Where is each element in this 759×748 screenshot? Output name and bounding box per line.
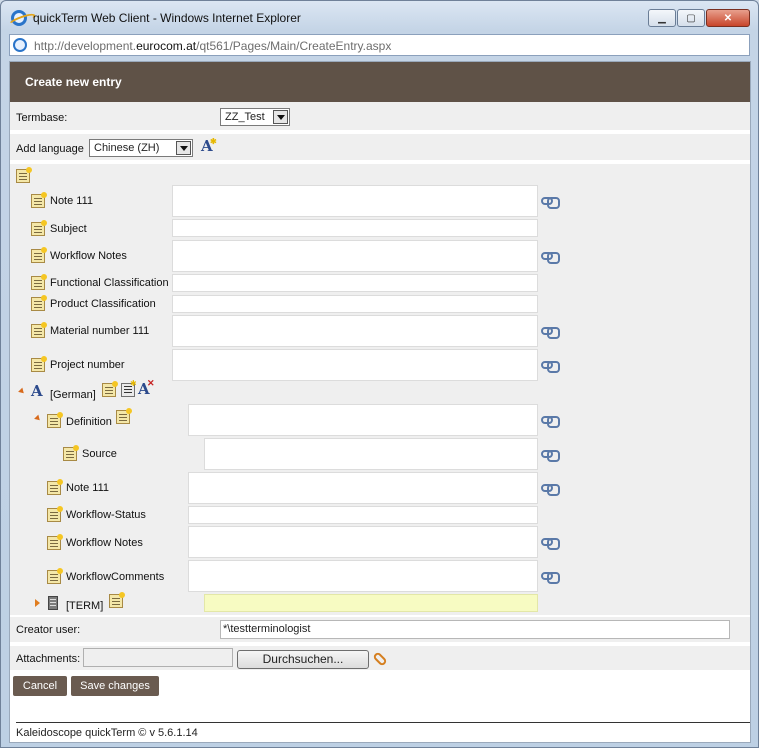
- field-icon[interactable]: [47, 479, 63, 495]
- product-classification-field[interactable]: [172, 295, 538, 313]
- language-icon: A: [31, 382, 43, 400]
- add-definition-field-icon[interactable]: [116, 408, 132, 424]
- chevron-down-icon: [176, 141, 191, 155]
- language-label: [German]: [50, 389, 96, 401]
- expand-arrow-icon[interactable]: [35, 599, 40, 607]
- field-icon[interactable]: [47, 506, 63, 522]
- attachments-label: Attachments:: [16, 653, 81, 665]
- field-icon[interactable]: [31, 295, 47, 311]
- termbase-label: Termbase:: [16, 112, 68, 124]
- language-select[interactable]: Chinese (ZH): [89, 139, 193, 157]
- language-workflow-notes-field[interactable]: [188, 526, 538, 558]
- field-icon[interactable]: [31, 274, 47, 290]
- link-icon[interactable]: [541, 197, 560, 209]
- link-icon[interactable]: [541, 252, 560, 264]
- workflow-status-field[interactable]: [188, 506, 538, 524]
- chevron-down-icon: [273, 110, 288, 124]
- window-title: quickTerm Web Client - Windows Internet …: [33, 11, 301, 25]
- cancel-button[interactable]: Cancel: [13, 676, 67, 696]
- browse-button[interactable]: Durchsuchen...: [237, 650, 369, 669]
- term-label: [TERM]: [66, 600, 104, 612]
- field-label-material-number: Material number 111: [50, 325, 150, 337]
- close-button[interactable]: ✕: [706, 9, 750, 27]
- termbase-row: Termbase: ZZ_Test: [10, 102, 750, 132]
- field-icon[interactable]: [47, 412, 63, 428]
- page-header: Create new entry: [10, 62, 750, 102]
- add-entry-field-icon[interactable]: [16, 167, 32, 183]
- field-icon[interactable]: [31, 356, 47, 372]
- link-icon[interactable]: [541, 327, 560, 339]
- source-field[interactable]: [204, 438, 538, 470]
- workflow-status-label: Workflow-Status: [66, 509, 146, 521]
- subject-field[interactable]: [172, 219, 538, 237]
- add-language-field-icon[interactable]: [102, 381, 118, 397]
- source-label: Source: [82, 448, 117, 460]
- collapse-arrow-icon[interactable]: [18, 387, 26, 396]
- attachment-file-input[interactable]: [83, 648, 233, 667]
- creator-label: Creator user:: [16, 624, 81, 636]
- material-number-field[interactable]: [172, 315, 538, 347]
- language-note-label: Note 111: [66, 482, 110, 494]
- functional-classification-field[interactable]: [172, 274, 538, 292]
- footer-version: Kaleidoscope quickTerm © v 5.6.1.14: [16, 727, 198, 739]
- browser-window: quickTerm Web Client - Windows Internet …: [0, 0, 759, 748]
- add-term-icon[interactable]: ✱: [121, 380, 137, 397]
- language-note-field[interactable]: [188, 472, 538, 504]
- add-term-field-icon[interactable]: [109, 592, 125, 608]
- field-label-functional-classification: Functional Classification: [50, 277, 169, 289]
- link-icon[interactable]: [541, 416, 560, 428]
- link-icon[interactable]: [541, 484, 560, 496]
- language-workflow-notes-label: Workflow Notes: [66, 537, 143, 549]
- add-language-row: Add language Chinese (ZH) A ✱: [10, 134, 750, 162]
- link-icon[interactable]: [541, 572, 560, 584]
- field-icon[interactable]: [31, 192, 47, 208]
- minimize-button[interactable]: ▁: [648, 9, 676, 27]
- maximize-button[interactable]: ▢: [677, 9, 705, 27]
- entry-fields-area: Note 111 Subject Workflow Notes Function…: [10, 164, 750, 615]
- language-value: Chinese (ZH): [94, 142, 160, 154]
- address-bar[interactable]: http://development.eurocom.at/qt561/Page…: [9, 34, 750, 56]
- add-language-icon[interactable]: A ✱: [201, 137, 217, 154]
- project-number-field[interactable]: [172, 349, 538, 381]
- page-icon: [13, 38, 27, 52]
- field-label-workflow-notes: Workflow Notes: [50, 250, 127, 262]
- field-label-project-number: Project number: [50, 359, 125, 371]
- workflow-notes-field[interactable]: [172, 240, 538, 272]
- creator-row: Creator user: *\testterminologist: [10, 617, 750, 644]
- field-label-product-classification: Product Classification: [50, 298, 156, 310]
- internet-explorer-icon: [11, 10, 27, 26]
- field-icon[interactable]: [31, 247, 47, 263]
- field-icon[interactable]: [47, 534, 63, 550]
- field-icon[interactable]: [31, 322, 47, 338]
- link-icon[interactable]: [541, 450, 560, 462]
- definition-label: Definition: [66, 416, 112, 428]
- field-icon[interactable]: [31, 220, 47, 236]
- link-icon[interactable]: [541, 361, 560, 373]
- definition-field[interactable]: [188, 404, 538, 436]
- field-icon[interactable]: [63, 445, 79, 461]
- title-bar: quickTerm Web Client - Windows Internet …: [1, 1, 758, 33]
- footer-divider: [16, 722, 750, 723]
- term-field[interactable]: [204, 594, 538, 612]
- attachments-row: Attachments: Durchsuchen...: [10, 646, 750, 672]
- workflow-comments-label: WorkflowComments: [66, 571, 165, 583]
- delete-language-icon[interactable]: A ✕: [138, 380, 155, 397]
- termbase-select[interactable]: ZZ_Test: [220, 108, 290, 126]
- field-label-subject: Subject: [50, 223, 87, 235]
- add-language-label: Add language: [16, 143, 84, 155]
- termbase-value: ZZ_Test: [225, 111, 265, 123]
- creator-input[interactable]: *\testterminologist: [220, 620, 730, 639]
- note-field[interactable]: [172, 185, 538, 217]
- term-icon: [48, 596, 58, 610]
- workflow-comments-field[interactable]: [188, 560, 538, 592]
- collapse-arrow-icon[interactable]: [34, 414, 42, 423]
- link-icon[interactable]: [541, 538, 560, 550]
- save-changes-button[interactable]: Save changes: [71, 676, 159, 696]
- address-url: http://development.eurocom.at/qt561/Page…: [34, 39, 392, 53]
- create-entry-page: Create new entry Termbase: ZZ_Test Add l…: [9, 61, 751, 743]
- field-icon[interactable]: [47, 568, 63, 584]
- paperclip-icon[interactable]: [372, 651, 388, 667]
- field-label-note: Note 111: [50, 195, 94, 207]
